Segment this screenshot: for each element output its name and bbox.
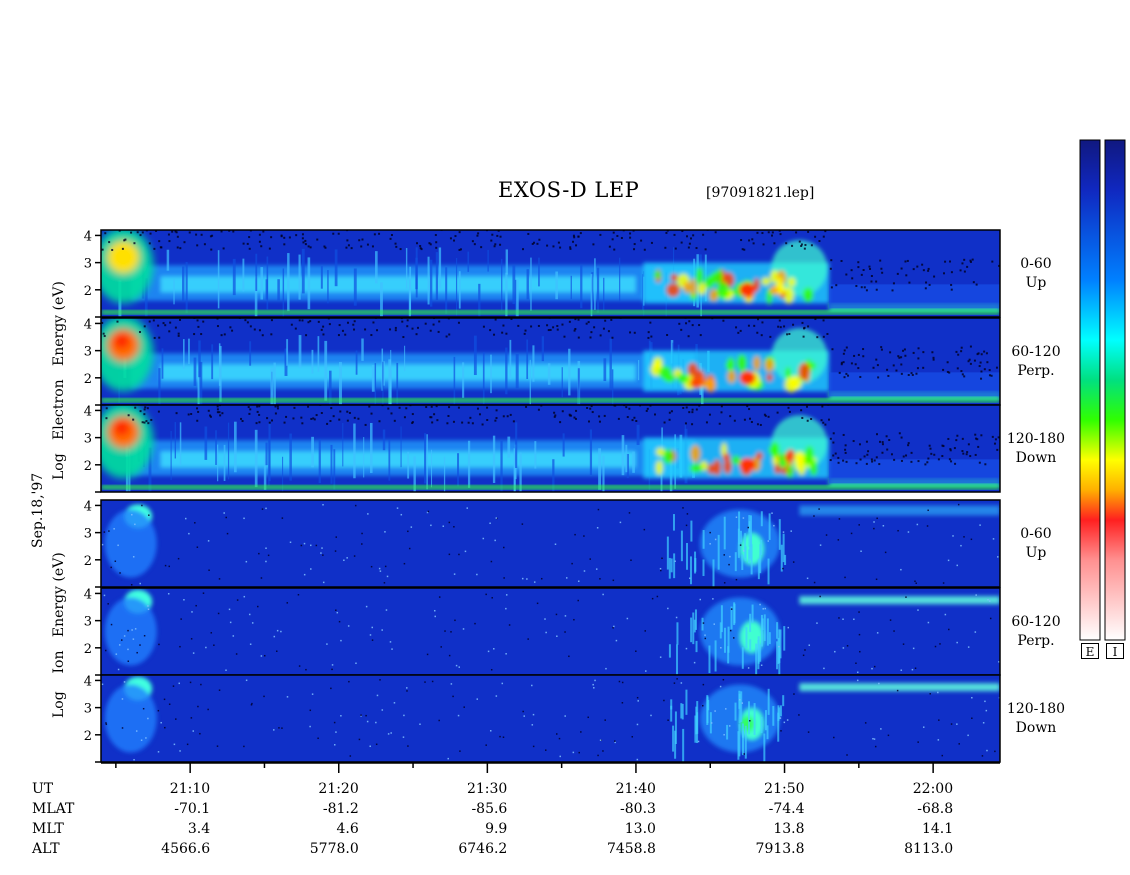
y-tick-label: 2 (84, 642, 92, 657)
ephemeris-value: 21:30 (466, 781, 508, 797)
y-tick-label: 3 (84, 257, 92, 272)
ephemeris-value: -70.1 (174, 801, 211, 817)
ephemeris-name: ALT (32, 841, 60, 857)
electron-colorbar-label: E (1081, 643, 1099, 659)
ephemeris-value: 5778.0 (309, 841, 359, 857)
panel-label-5: 60-120 Perp. (1011, 614, 1061, 649)
ephemeris-value: 13.0 (624, 821, 656, 837)
colorbars (1079, 139, 1126, 641)
ephemeris-value: 21:20 (318, 781, 359, 797)
ephemeris-value: 7458.8 (606, 841, 656, 857)
ephemeris-value: 21:50 (764, 781, 805, 797)
y-tick-label: 4 (84, 499, 92, 514)
ephemeris-value: 13.8 (773, 821, 805, 837)
panel-label-2: 60-120 Perp. (1011, 344, 1061, 379)
ephemeris-value: 21:10 (169, 781, 211, 797)
y-tick-label: 3 (84, 527, 92, 542)
y-tick-label: 4 (84, 317, 92, 332)
ephemeris-value: 6746.2 (458, 841, 508, 857)
ephemeris-value: -80.3 (620, 801, 656, 817)
ephemeris-value: -68.8 (917, 801, 954, 817)
ephemeris-name: MLT (32, 821, 64, 837)
panel-5 (100, 587, 1001, 676)
panel-label-4: 0-60 Up (1020, 526, 1052, 561)
ephemeris-value: 4566.6 (161, 841, 211, 857)
y-tick-label: 4 (84, 229, 92, 244)
y-tick-label: 4 (84, 404, 92, 419)
y-tick-label: 2 (84, 459, 92, 474)
y-tick-label: 2 (84, 372, 92, 387)
ephemeris-value: 8113.0 (904, 841, 954, 857)
panel-6 (100, 674, 1001, 763)
y-tick-label: 2 (84, 554, 92, 569)
ephemeris-value: 22:00 (912, 781, 954, 797)
panel-3 (100, 404, 1001, 493)
y-tick-label: 2 (84, 284, 92, 299)
ephemeris-value: 14.1 (921, 821, 954, 837)
panel-label-3: 120-180 Down (1006, 431, 1066, 466)
electron-axis-label: Log Electron Energy (eV) (51, 281, 67, 480)
ion-colorbar (1104, 139, 1126, 641)
panel-4 (100, 499, 1001, 588)
electron-colorbar (1079, 139, 1101, 641)
ephemeris-value: 7913.8 (755, 841, 805, 857)
ion-colorbar-label: I (1106, 643, 1124, 659)
date-label: Sep.18,'97 (30, 472, 46, 548)
y-tick-label: 2 (84, 729, 92, 744)
y-tick-label: 3 (84, 615, 92, 630)
y-tick-label: 3 (84, 432, 92, 447)
panel-label-1: 0-60 Up (1020, 256, 1052, 291)
ephemeris-value: -74.4 (768, 801, 805, 817)
ephemeris-value: 21:40 (615, 781, 656, 797)
ephemeris-value: 3.4 (187, 821, 211, 837)
spectrogram-plot: 4 3 2 4 3 2 4 3 2 4 3 2 4 3 2 4 3 2 (84, 229, 1001, 773)
ephemeris-name: UT (32, 781, 54, 797)
ephemeris-value: -85.6 (471, 801, 508, 817)
y-tick-label: 4 (84, 674, 92, 689)
panel-label-6: 120-180 Down (1006, 701, 1066, 736)
ephemeris-name: MLAT (32, 801, 75, 817)
y-tick-label: 3 (84, 345, 92, 360)
ephemeris-value: 4.6 (336, 821, 359, 837)
ephemeris-value: -81.2 (322, 801, 359, 817)
ephemeris-value: 9.9 (485, 821, 508, 837)
y-tick-label: 3 (84, 702, 92, 717)
ion-axis-label: Log Ion Energy (eV) (51, 552, 67, 718)
y-tick-label: 4 (84, 587, 92, 602)
